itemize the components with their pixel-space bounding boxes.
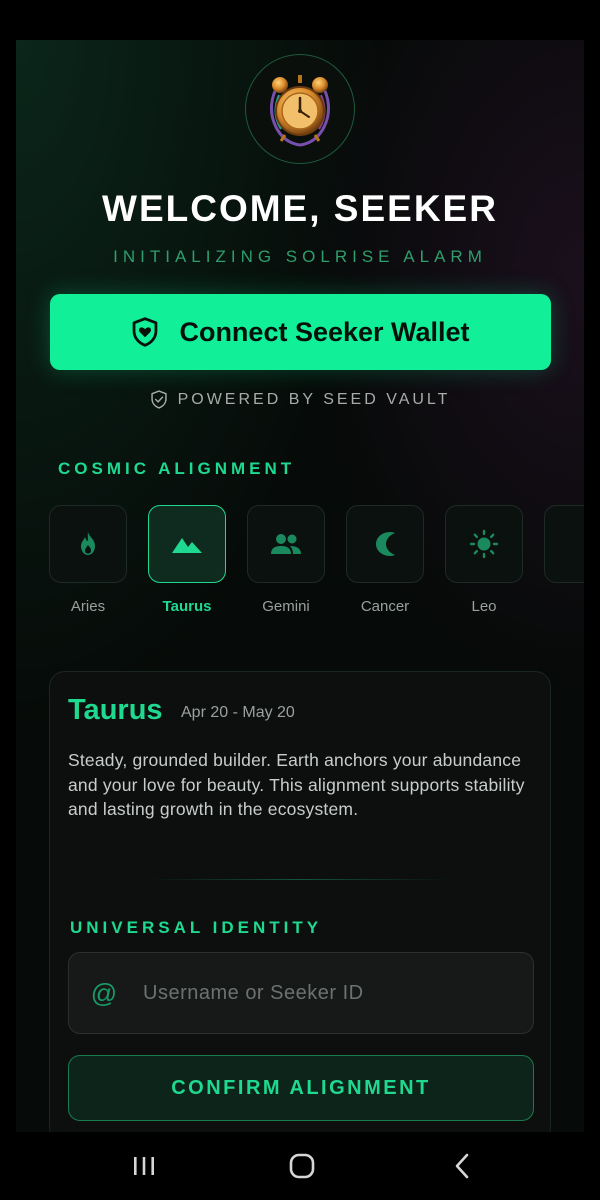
zodiac-item-taurus[interactable]: Taurus [148, 505, 226, 615]
page-title: WELCOME, SEEKER [102, 188, 498, 229]
connect-wallet-button[interactable]: Connect Seeker Wallet [50, 294, 551, 370]
people-icon [271, 534, 301, 554]
zodiac-label-leo: Leo [471, 598, 497, 615]
at-icon: @ [90, 977, 118, 1008]
cosmic-alignment-heading: COSMIC ALIGNMENT [58, 459, 296, 478]
sign-detail-card: Taurus Apr 20 - May 20 Steady, grounded … [49, 671, 551, 1132]
zodiac-tile-gemini[interactable] [247, 505, 325, 583]
recents-button[interactable] [124, 1150, 164, 1182]
card-divider [150, 879, 450, 880]
zodiac-label-taurus: Taurus [162, 598, 212, 615]
zodiac-item-partial[interactable] [544, 505, 584, 583]
card-sign-name: Taurus [68, 694, 163, 726]
zodiac-tile-partial[interactable] [544, 505, 584, 583]
username-field[interactable]: @ [68, 952, 534, 1034]
back-button[interactable] [442, 1150, 482, 1182]
flame-icon [81, 532, 95, 555]
alarm-clock-icon [270, 75, 330, 147]
zodiac-tile-aries[interactable] [49, 505, 127, 583]
username-input[interactable] [141, 980, 505, 1006]
zodiac-item-aries[interactable]: Aries [49, 505, 127, 615]
home-button[interactable] [282, 1150, 322, 1182]
powered-by-badge: POWERED BY SEED VAULT [16, 390, 584, 409]
back-chevron-icon [455, 1153, 469, 1179]
sun-icon [469, 529, 499, 559]
shield-heart-icon [133, 317, 158, 347]
home-icon [289, 1153, 315, 1179]
powered-by-label: POWERED BY SEED VAULT [177, 390, 451, 408]
zodiac-tile-leo[interactable] [445, 505, 523, 583]
mountain-icon [172, 538, 202, 553]
zodiac-label-cancer: Cancer [360, 598, 410, 615]
card-sign-dates: Apr 20 - May 20 [181, 704, 295, 721]
recents-icon [134, 1157, 154, 1175]
system-nav-bar [0, 1132, 600, 1200]
zodiac-item-cancer[interactable]: Cancer [346, 505, 424, 615]
confirm-alignment-button[interactable]: CONFIRM ALIGNMENT [68, 1055, 534, 1121]
zodiac-tile-cancer[interactable] [346, 505, 424, 583]
moon-icon [376, 532, 395, 556]
zodiac-item-leo[interactable]: Leo [445, 505, 523, 615]
card-sign-description: Steady, grounded builder. Earth anchors … [68, 750, 525, 819]
zodiac-item-gemini[interactable]: Gemini [247, 505, 325, 615]
zodiac-tile-taurus[interactable] [148, 505, 226, 583]
zodiac-carousel[interactable]: Aries Taurus Gemini Cancer Leo [49, 505, 584, 615]
zodiac-label-gemini: Gemini [262, 598, 310, 615]
app-logo [245, 54, 355, 164]
page-subtitle: INITIALIZING SOLRISE ALARM [113, 247, 487, 266]
universal-identity-heading: UNIVERSAL IDENTITY [70, 918, 323, 937]
app-screen: WELCOME, SEEKER INITIALIZING SOLRISE ALA… [16, 40, 584, 1132]
connect-wallet-label: Connect Seeker Wallet [179, 316, 470, 347]
shield-check-icon [150, 390, 167, 409]
zodiac-label-aries: Aries [70, 598, 106, 615]
